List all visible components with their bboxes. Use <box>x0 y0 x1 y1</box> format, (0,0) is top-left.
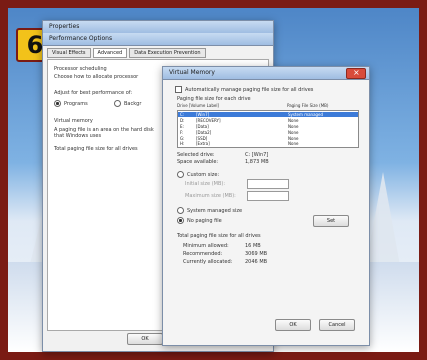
drive-size: None <box>288 130 299 135</box>
col-drive-header: Drive [Volume Label] <box>177 103 219 108</box>
programs-radio[interactable]: Programs <box>54 100 88 107</box>
choose-how-text: Choose how to allocate processor <box>54 74 139 80</box>
vm-title: Virtual Memory <box>169 69 215 76</box>
recommended-value: 3069 MB <box>245 251 268 257</box>
tab-advanced[interactable]: Advanced <box>92 48 128 58</box>
maximum-size-input[interactable] <box>247 191 289 201</box>
currently-label: Currently allocated: <box>183 259 233 265</box>
col-size-header: Paging File Size (MB) <box>287 103 329 108</box>
min-allowed-value: 16 MB <box>245 243 261 249</box>
drive-letter: D: <box>180 118 185 123</box>
virtual-memory-heading: Virtual memory <box>54 118 93 124</box>
initial-size-input[interactable] <box>247 179 289 189</box>
drive-size: None <box>288 124 299 129</box>
background-radio[interactable]: Backgr <box>114 100 141 107</box>
drive-size: None <box>288 141 299 146</box>
drive-label: [Win7] <box>196 112 210 117</box>
drive-row[interactable]: C: [Win7] System managed <box>178 112 358 117</box>
drive-label: [Extra] <box>196 141 210 146</box>
custom-size-label: Custom size: <box>187 172 220 178</box>
vm-titlebar: Virtual Memory × <box>163 67 369 80</box>
auto-manage-box <box>175 86 182 93</box>
subwindow-titlebar: Performance Options <box>43 33 273 46</box>
total-paging-text: Total paging file size for all drives <box>54 146 138 152</box>
maximum-size-label: Maximum size (MB): <box>185 193 236 199</box>
drive-row[interactable]: D: [RECOVERY] None <box>178 118 358 123</box>
custom-size-radio[interactable]: Custom size: <box>177 171 219 178</box>
selected-drive-value: C: [Win7] <box>245 152 269 158</box>
drive-row[interactable]: H: [Extra] None <box>178 141 358 146</box>
paging-desc-text: A paging file is an area on the hard dis… <box>54 127 154 139</box>
tab-visual-effects[interactable]: Visual Effects <box>47 48 91 58</box>
background-radio-dot <box>114 100 121 107</box>
background-label: Backgr <box>124 101 142 107</box>
currently-value: 2046 MB <box>245 259 268 265</box>
recommended-label: Recommended: <box>183 251 223 257</box>
close-icon: × <box>353 68 360 77</box>
no-paging-radio[interactable]: No paging file <box>177 217 222 224</box>
set-button[interactable]: Set <box>313 215 349 227</box>
programs-label: Programs <box>64 101 88 107</box>
auto-manage-label: Automatically manage paging file size fo… <box>185 87 314 93</box>
tab-strip: Visual Effects Advanced Data Execution P… <box>47 48 208 58</box>
drive-letter: C: <box>180 112 185 117</box>
drive-letter: F: <box>180 130 184 135</box>
drive-size: None <box>288 118 299 123</box>
custom-size-dot <box>177 171 184 178</box>
drive-size: System managed <box>288 112 324 117</box>
initial-size-label: Initial size (MB): <box>185 181 226 187</box>
programs-radio-dot <box>54 100 61 107</box>
subwindow-title: Performance Options <box>49 35 113 42</box>
processor-scheduling-heading: Processor scheduling <box>54 66 107 72</box>
drive-list[interactable]: C: [Win7] System managed D: [RECOVERY] N… <box>177 110 359 148</box>
close-button[interactable]: × <box>346 68 366 79</box>
total-paging-heading: Total paging file size for all drives <box>177 233 261 239</box>
system-managed-dot <box>177 207 184 214</box>
back-ok-button[interactable]: OK <box>127 333 163 345</box>
system-managed-label: System managed size <box>187 208 243 214</box>
cancel-button[interactable]: Cancel <box>319 319 355 331</box>
min-allowed-label: Minimum allowed: <box>183 243 229 249</box>
auto-manage-checkbox[interactable]: Automatically manage paging file size fo… <box>175 86 313 93</box>
selected-drive-label: Selected drive: <box>177 152 215 158</box>
drive-letter: H: <box>180 141 185 146</box>
drive-row[interactable]: E: [Data] None <box>178 124 358 129</box>
drive-label: [RECOVERY] <box>196 118 221 123</box>
drive-letter: E: <box>180 124 184 129</box>
drive-label: [Data] <box>196 124 209 129</box>
space-available-value: 1,873 MB <box>245 159 269 165</box>
paging-each-label: Paging file size for each drive <box>177 96 251 102</box>
no-paging-dot <box>177 217 184 224</box>
window-title: Properties <box>49 23 80 30</box>
system-managed-radio[interactable]: System managed size <box>177 207 242 214</box>
drive-label: [Data2] <box>196 130 212 135</box>
space-available-label: Space available: <box>177 159 219 165</box>
drive-row[interactable]: F: [Data2] None <box>178 130 358 135</box>
no-paging-label: No paging file <box>187 218 222 224</box>
ok-button[interactable]: OK <box>275 319 311 331</box>
tab-dep[interactable]: Data Execution Prevention <box>129 48 206 58</box>
virtual-memory-dialog: Virtual Memory × Automatically manage pa… <box>162 66 370 346</box>
adjust-best-text: Adjust for best performance of: <box>54 90 133 96</box>
